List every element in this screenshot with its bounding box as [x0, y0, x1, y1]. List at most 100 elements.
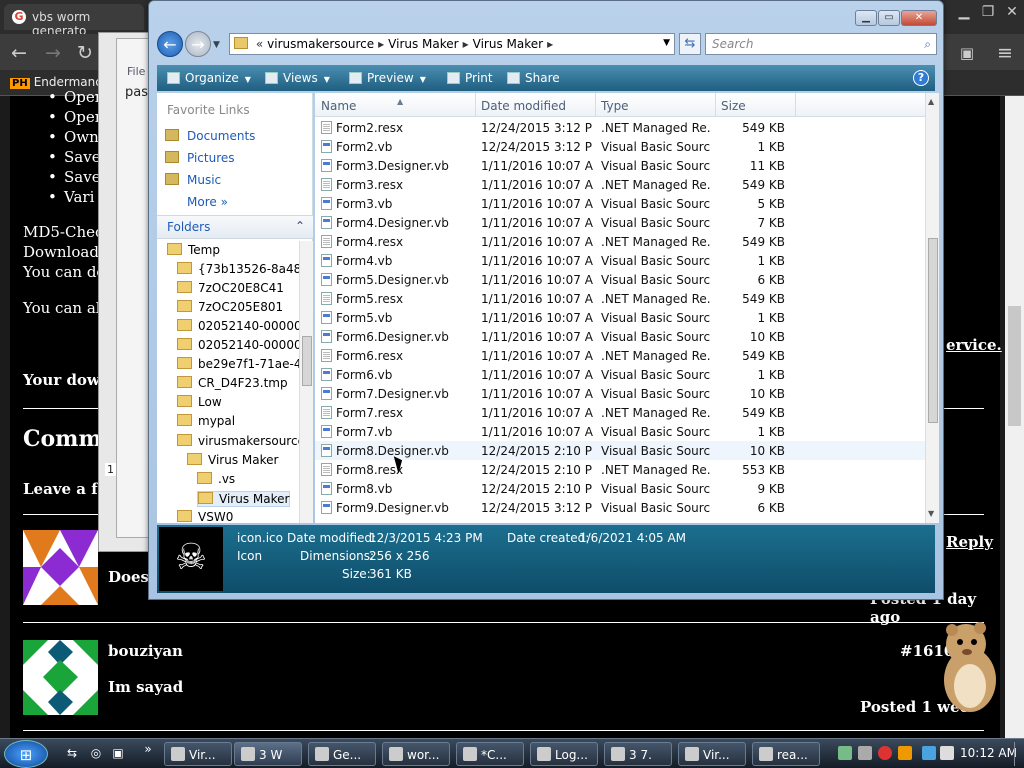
tray-search-icon[interactable] — [898, 746, 912, 760]
list-scroll-thumb[interactable] — [928, 238, 938, 423]
taskbar-button[interactable]: Vir... — [164, 742, 232, 766]
column-size-header[interactable]: Size — [721, 99, 746, 113]
taskbar-button[interactable]: Ge... — [308, 742, 376, 766]
tree-item[interactable]: {73b13526-8a48-4a — [177, 262, 299, 276]
browser-forward-icon[interactable]: → — [40, 40, 66, 66]
recent-pages-chevron-icon[interactable]: ▼ — [213, 40, 220, 50]
tree-item[interactable]: 7zOC20E8C41 — [177, 281, 284, 295]
breadcrumb-item[interactable]: virusmakersource — [267, 37, 374, 51]
column-divider[interactable] — [795, 93, 796, 117]
file-row[interactable]: Form4.Designer.vb 1/11/2016 10:07 AM Visua… — [315, 213, 925, 232]
tree-item[interactable]: CR_D4F23.tmp — [177, 376, 288, 390]
maximize-button[interactable]: ▭ — [878, 10, 900, 26]
folders-header[interactable]: Folders ⌃ — [157, 215, 313, 239]
tray-volume-icon[interactable] — [940, 746, 954, 760]
show-desktop-button[interactable] — [1014, 742, 1024, 766]
address-overflow[interactable]: « — [256, 37, 263, 51]
page-scrollbar[interactable] — [1005, 96, 1024, 738]
scroll-down-icon[interactable]: ▼ — [928, 509, 934, 518]
tree-item[interactable]: mypal — [177, 414, 235, 428]
column-type-header[interactable]: Type — [601, 99, 629, 113]
taskbar-clock[interactable]: 10:12 AM — [960, 746, 1017, 760]
reply-link[interactable]: Reply — [946, 533, 993, 551]
taskbar-button[interactable]: rea... — [752, 742, 820, 766]
scroll-up-icon[interactable]: ▲ — [928, 97, 934, 106]
share-button[interactable]: Share — [507, 71, 560, 85]
preview-button[interactable]: Preview ▼ — [349, 71, 426, 85]
tree-item[interactable]: .vs — [197, 471, 235, 486]
search-input[interactable]: Search ⌕ — [705, 33, 937, 55]
tree-scrollbar[interactable] — [299, 241, 313, 523]
page-scroll-thumb[interactable] — [1008, 306, 1021, 426]
file-row[interactable]: Form7.vb 1/11/2016 10:07 AM Visual Basic S… — [315, 422, 925, 441]
browser-close-button[interactable]: ✕ — [1000, 4, 1024, 24]
file-row[interactable]: Form6.Designer.vb 1/11/2016 10:07 AM Visua… — [315, 327, 925, 346]
file-row[interactable]: Form5.resx 1/11/2016 10:07 AM .NET Managed… — [315, 289, 925, 308]
tray-network-icon[interactable] — [838, 746, 852, 760]
favorite-pictures[interactable]: Pictures — [165, 151, 235, 165]
file-row[interactable]: Form8.Designer.vb 12/24/2015 2:10 PM Visua… — [315, 441, 925, 460]
tray-app-icon[interactable] — [858, 746, 872, 760]
browser-tab[interactable]: G vbs worm generato — [4, 4, 144, 38]
print-button[interactable]: Print — [447, 71, 493, 85]
file-row[interactable]: Form8.vb 12/24/2015 2:10 PM Visual Basic S… — [315, 479, 925, 498]
file-row[interactable]: Form2.vb 12/24/2015 3:12 PM Visual Basic S… — [315, 137, 925, 156]
sidebar-panel-icon[interactable]: ▣ — [954, 40, 980, 66]
help-icon[interactable]: ? — [913, 70, 929, 86]
tree-item[interactable]: Virus Maker — [197, 490, 291, 507]
address-dropdown-icon[interactable]: ▼ — [663, 38, 670, 48]
file-row[interactable]: Form4.resx 1/11/2016 10:07 AM .NET Managed… — [315, 232, 925, 251]
show-desktop-quicklaunch-icon[interactable]: ⇆ — [64, 746, 80, 762]
address-bar[interactable]: «virusmakersource ▸ Virus Maker ▸ Virus Make… — [229, 33, 675, 55]
file-row[interactable]: Form7.Designer.vb 1/11/2016 10:07 AM Visua… — [315, 384, 925, 403]
file-row[interactable]: Form8.resx 12/24/2015 2:10 PM .NET Managed… — [315, 460, 925, 479]
tree-item[interactable]: VSW0 — [177, 509, 233, 523]
favorite-music[interactable]: Music — [165, 173, 221, 187]
taskbar-button[interactable]: Vir... — [678, 742, 746, 766]
column-divider[interactable] — [595, 93, 596, 117]
taskbar-button[interactable]: Log... — [530, 742, 598, 766]
taskbar-button[interactable]: 3 W — [234, 742, 302, 766]
column-name-header[interactable]: Name ▲ — [321, 97, 403, 113]
service-link[interactable]: ervice. — [946, 336, 1002, 354]
tree-item[interactable]: 02052140-00000ce — [177, 338, 299, 352]
browser-minimize-button[interactable]: ▁ — [952, 4, 976, 24]
list-scrollbar[interactable]: ▲ ▼ — [925, 93, 939, 523]
tree-item[interactable]: Virus Maker — [187, 452, 278, 467]
refresh-button[interactable]: ⇆ — [679, 33, 701, 55]
browser-quicklaunch-icon[interactable]: ◎ — [88, 746, 104, 762]
start-button[interactable]: ⊞ — [4, 740, 48, 768]
tree-item[interactable]: 02052140-00000ce — [177, 319, 299, 333]
file-row[interactable]: Form6.resx 1/11/2016 10:07 AM .NET Managed… — [315, 346, 925, 365]
tree-item[interactable]: virusmakersource — [177, 433, 299, 448]
taskbar-button[interactable]: 3 7. — [604, 742, 672, 766]
favorite-documents[interactable]: Documents — [165, 129, 255, 143]
close-button[interactable]: ✕ — [901, 10, 937, 26]
tree-item[interactable]: Low — [177, 395, 222, 409]
bookmark-item[interactable]: PH Endermanch — [10, 75, 109, 89]
favorite-more[interactable]: More » — [165, 195, 228, 209]
explorer-window[interactable]: ▁ ▭ ✕ ← → ▼ «virusmakersource ▸ Virus Maker ▸… — [148, 0, 944, 600]
tree-item[interactable]: be29e7f1-71ae-470 — [177, 357, 299, 371]
file-row[interactable]: Form7.resx 1/11/2016 10:07 AM .NET Managed… — [315, 403, 925, 422]
file-row[interactable]: Form5.vb 1/11/2016 10:07 AM Visual Basic S… — [315, 308, 925, 327]
column-date-header[interactable]: Date modified — [481, 99, 566, 113]
taskbar-button[interactable]: wor... — [382, 742, 450, 766]
browser-restore-button[interactable]: ❐ — [976, 4, 1000, 24]
tree-item[interactable]: Temp — [167, 243, 220, 257]
browser-menu-icon[interactable]: ≡ — [992, 40, 1018, 66]
tray-shield-icon[interactable] — [878, 746, 892, 760]
tray-monitor-icon[interactable] — [922, 746, 936, 760]
browser-back-icon[interactable]: ← — [6, 40, 32, 66]
back-button[interactable]: ← — [157, 31, 183, 57]
more-quicklaunch-icon[interactable]: » — [140, 742, 156, 758]
file-row[interactable]: Form3.vb 1/11/2016 10:07 AM Visual Basic S… — [315, 194, 925, 213]
file-row[interactable]: Form4.vb 1/11/2016 10:07 AM Visual Basic S… — [315, 251, 925, 270]
breadcrumb-item[interactable]: Virus Maker — [388, 37, 458, 51]
monitor-quicklaunch-icon[interactable]: ▣ — [110, 746, 126, 762]
file-row[interactable]: Form2.resx 12/24/2015 3:12 PM .NET Managed… — [315, 118, 925, 137]
taskbar-button[interactable]: *C... — [456, 742, 524, 766]
organize-button[interactable]: Organize ▼ — [167, 71, 251, 85]
browser-reload-icon[interactable]: ↻ — [72, 40, 98, 66]
views-button[interactable]: Views ▼ — [265, 71, 330, 85]
